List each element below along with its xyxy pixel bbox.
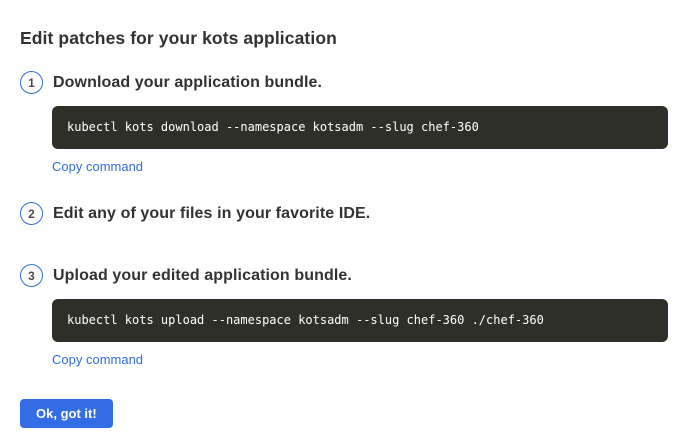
step-1-title: Download your application bundle. xyxy=(53,74,322,92)
step-upload: 3 Upload your edited application bundle.… xyxy=(20,264,668,369)
step-2-number: 2 xyxy=(28,207,35,221)
step-edit: 2 Edit any of your files in your favorit… xyxy=(20,202,668,225)
copy-upload-command-link[interactable]: Copy command xyxy=(52,352,143,367)
step-upload-body: kubectl kots upload --namespace kotsadm … xyxy=(52,299,668,369)
spacer xyxy=(20,225,668,264)
spacer xyxy=(20,176,668,202)
spacer xyxy=(20,369,668,399)
copy-download-command-link[interactable]: Copy command xyxy=(52,159,143,174)
step-3-number: 3 xyxy=(28,269,35,283)
step-edit-header: 2 Edit any of your files in your favorit… xyxy=(20,202,668,225)
step-download: 1 Download your application bundle. kube… xyxy=(20,71,668,176)
upload-command-code-block: kubectl kots upload --namespace kotsadm … xyxy=(52,299,668,342)
step-1-number: 1 xyxy=(28,76,35,90)
ok-got-it-button[interactable]: Ok, got it! xyxy=(20,399,113,428)
download-command-code-block: kubectl kots download --namespace kotsad… xyxy=(52,106,668,149)
edit-patches-panel: Edit patches for your kots application 1… xyxy=(0,0,690,428)
step-3-number-badge: 3 xyxy=(20,264,43,287)
step-2-title: Edit any of your files in your favorite … xyxy=(53,205,370,223)
step-download-header: 1 Download your application bundle. xyxy=(20,71,668,94)
step-3-title: Upload your edited application bundle. xyxy=(53,267,352,285)
step-upload-header: 3 Upload your edited application bundle. xyxy=(20,264,668,287)
step-2-number-badge: 2 xyxy=(20,202,43,225)
step-1-number-badge: 1 xyxy=(20,71,43,94)
step-download-body: kubectl kots download --namespace kotsad… xyxy=(52,106,668,176)
page-title: Edit patches for your kots application xyxy=(20,28,668,49)
